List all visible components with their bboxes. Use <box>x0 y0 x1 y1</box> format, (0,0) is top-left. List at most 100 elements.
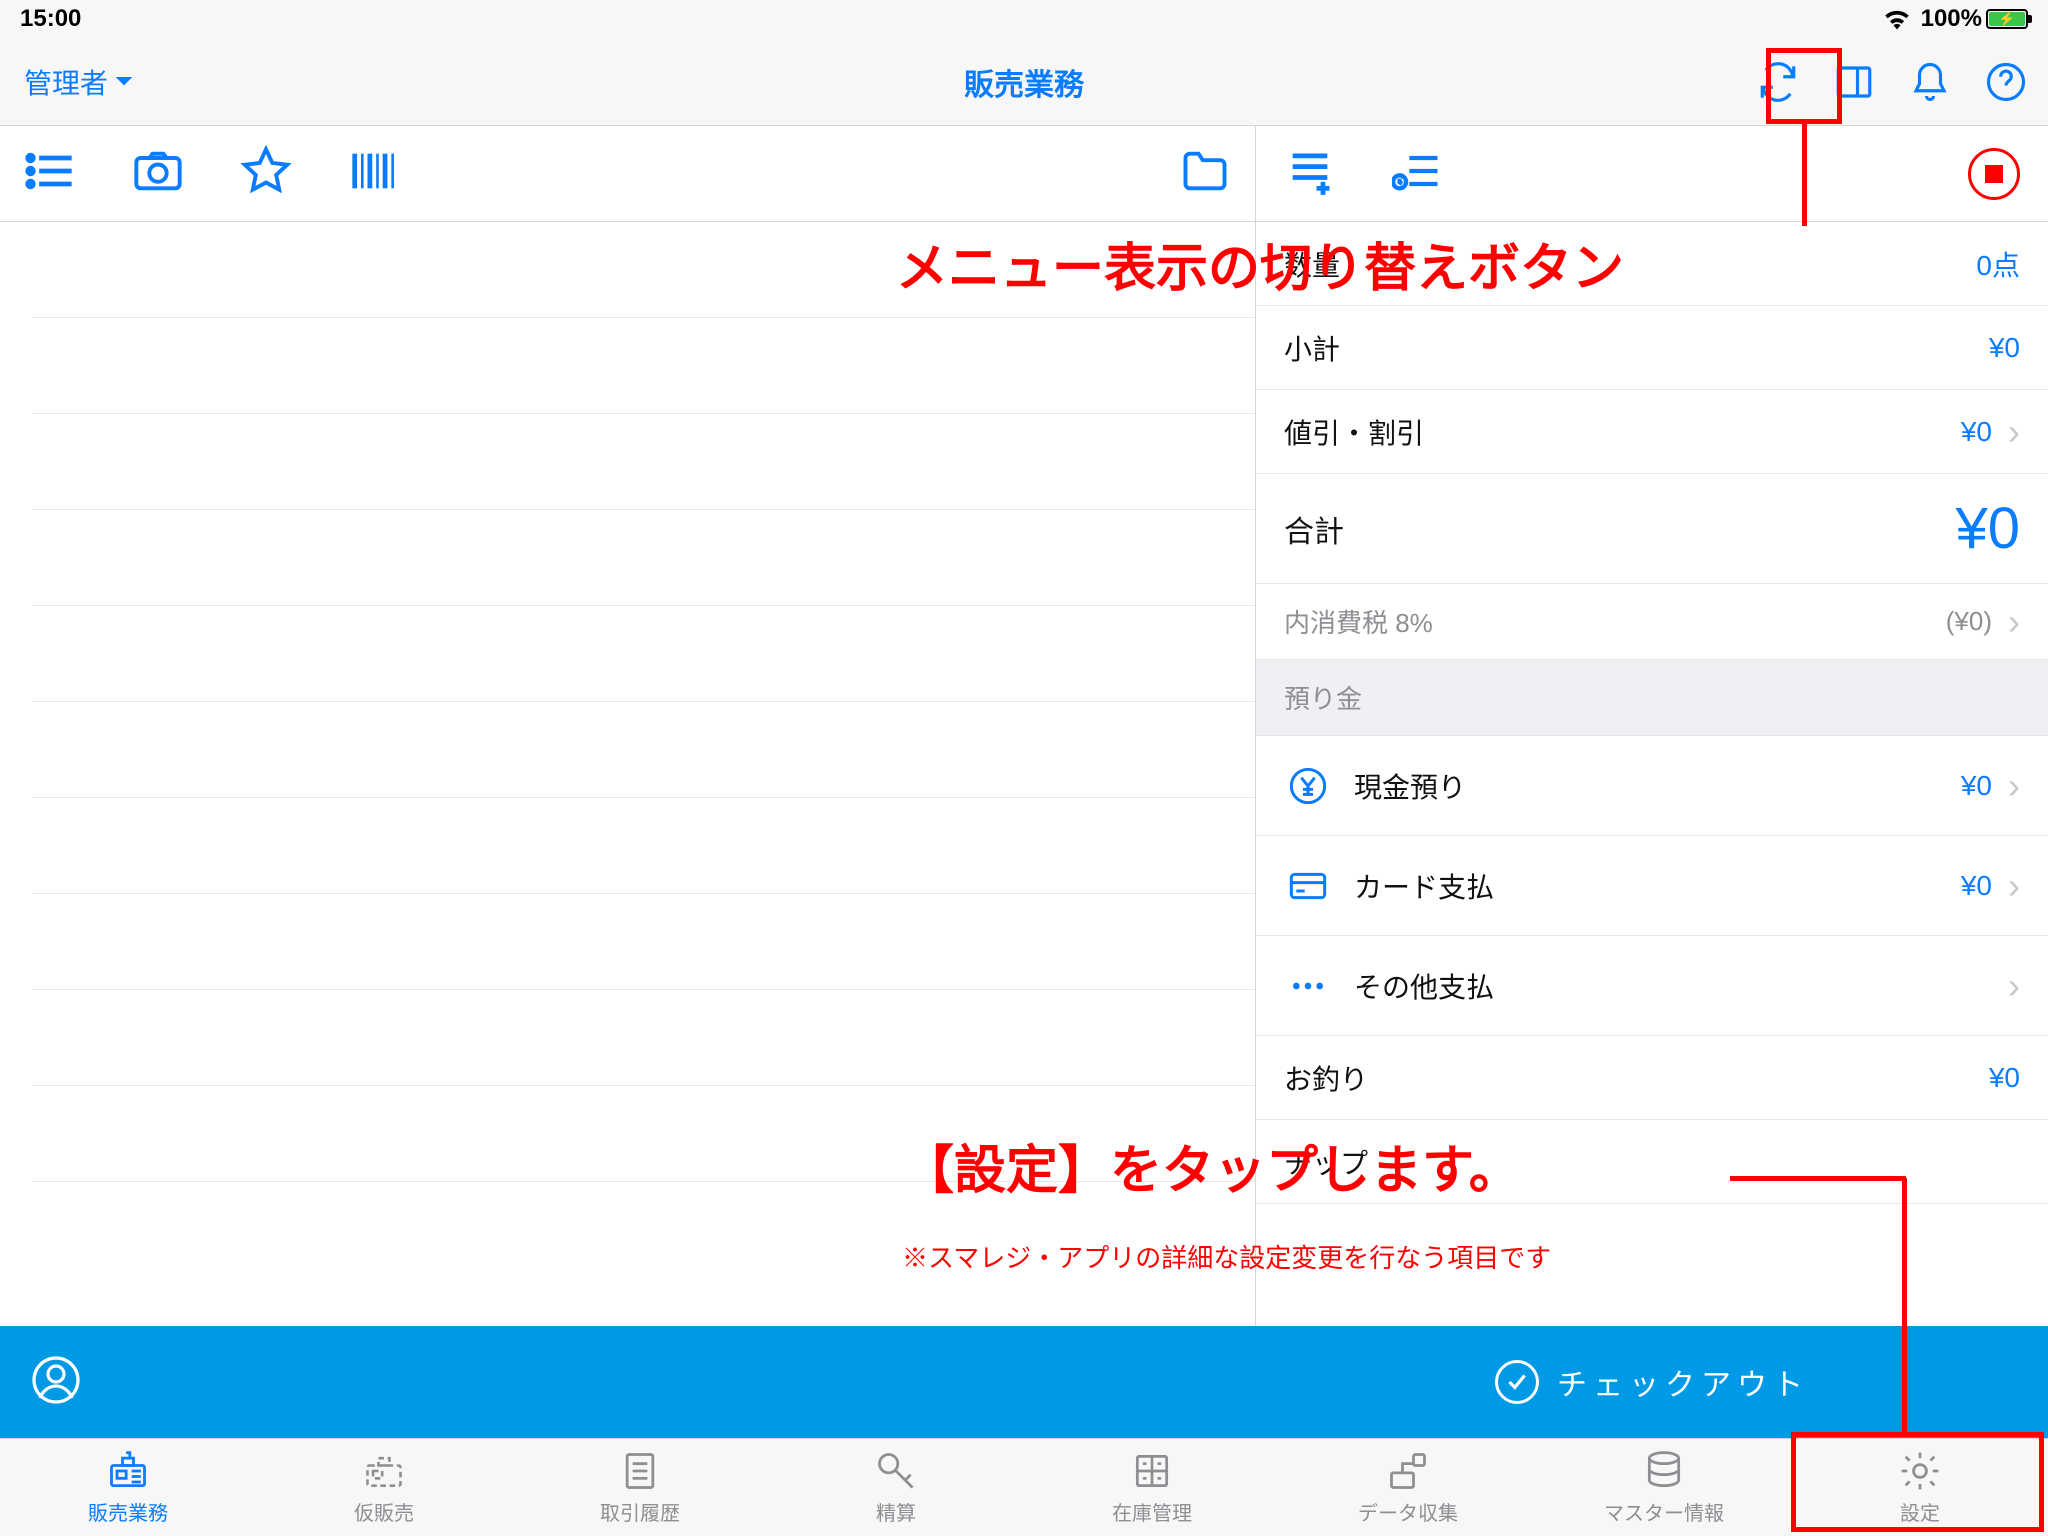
list-row[interactable] <box>32 606 1255 702</box>
data-icon <box>1386 1449 1430 1493</box>
card-value: ¥0 <box>1961 870 1992 902</box>
tax-row[interactable]: 内消費税 8% (¥0) › <box>1256 584 2048 660</box>
drawer-icon <box>1130 1449 1174 1493</box>
battery-pct: 100% <box>1921 5 1982 33</box>
database-icon <box>1642 1449 1686 1493</box>
subtotal-label: 小計 <box>1284 328 1340 368</box>
register-icon <box>106 1449 150 1493</box>
checkout-bar: チェックアウト <box>0 1326 2048 1438</box>
change-label: お釣り <box>1284 1058 1368 1098</box>
chevron-right-icon: › <box>2008 411 2020 453</box>
cash-value: ¥0 <box>1961 770 1992 802</box>
list-row[interactable] <box>32 510 1255 606</box>
annotation-line <box>1902 1178 1907 1436</box>
battery-icon: ⚡ <box>1986 9 2028 29</box>
record-button[interactable] <box>1968 148 2020 200</box>
change-value: ¥0 <box>1989 1062 2020 1094</box>
user-icon <box>32 1356 80 1404</box>
camera-icon[interactable] <box>132 145 184 202</box>
yen-icon <box>1284 762 1332 810</box>
tab-history[interactable]: 取引履歴 <box>512 1439 768 1536</box>
discount-label: 値引・割引 <box>1284 412 1424 452</box>
add-list-icon[interactable] <box>1284 145 1336 202</box>
list-row[interactable] <box>32 318 1255 414</box>
tab-settlement[interactable]: 精算 <box>768 1439 1024 1536</box>
deposit-section: 預り金 <box>1256 660 2048 736</box>
annotation-menu-toggle: メニュー表示の切り替えボタン <box>896 226 1624 301</box>
discount-value: ¥0 <box>1961 416 1992 448</box>
page-title: 販売業務 <box>964 60 1084 104</box>
tax-value: (¥0) <box>1946 606 1992 637</box>
star-icon[interactable] <box>240 145 292 202</box>
chevron-right-icon: › <box>2008 965 2020 1007</box>
user-label: 管理者 <box>24 62 108 102</box>
card-row[interactable]: カード支払 ¥0 › <box>1256 836 2048 936</box>
tab-temp-sales[interactable]: 仮販売 <box>256 1439 512 1536</box>
status-right: 100% ⚡ <box>1883 5 2028 33</box>
toolbar-left <box>0 126 1256 221</box>
chevron-right-icon: › <box>2008 765 2020 807</box>
checkout-button[interactable]: チェックアウト <box>1256 1360 2048 1404</box>
tab-sales[interactable]: 販売業務 <box>0 1439 256 1536</box>
status-time: 15:00 <box>20 5 81 33</box>
wifi-icon <box>1883 8 1911 30</box>
annotation-highlight-settings-tab <box>1791 1432 2044 1532</box>
list-row[interactable] <box>32 798 1255 894</box>
nav-bar: 管理者 販売業務 <box>0 38 2048 126</box>
annotation-line <box>1802 124 1807 226</box>
toolbar-right <box>1256 126 2048 221</box>
toolbar <box>0 126 2048 222</box>
card-label: カード支払 <box>1354 866 1494 906</box>
list-row[interactable] <box>32 702 1255 798</box>
annotation-settings-note: ※スマレジ・アプリの詳細な設定変更を行なう項目です <box>902 1238 1551 1275</box>
total-value: ¥0 <box>1955 495 2020 562</box>
qty-value: 0点 <box>1976 244 2020 284</box>
help-icon[interactable] <box>1982 58 2030 106</box>
tab-label: 在庫管理 <box>1112 1497 1192 1526</box>
subtotal-value: ¥0 <box>1989 332 2020 364</box>
tab-label: 販売業務 <box>88 1497 168 1526</box>
annotation-settings-tap: 【設定】をタップします。 <box>902 1128 1521 1203</box>
checkout-label: チェックアウト <box>1557 1360 1809 1404</box>
chevron-right-icon: › <box>2008 601 2020 643</box>
annotation-line <box>1730 1176 1906 1181</box>
tab-label: 精算 <box>876 1497 916 1526</box>
discount-row[interactable]: 値引・割引 ¥0 › <box>1256 390 2048 474</box>
temp-register-icon <box>362 1449 406 1493</box>
tab-data-collect[interactable]: データ収集 <box>1280 1439 1536 1536</box>
other-pay-label: その他支払 <box>1354 966 1494 1006</box>
annotation-highlight-panel-toggle <box>1766 48 1842 124</box>
document-icon <box>618 1449 662 1493</box>
barcode-icon[interactable] <box>348 145 400 202</box>
list-row[interactable] <box>32 414 1255 510</box>
dots-icon <box>1284 962 1332 1010</box>
subtotal-row: 小計 ¥0 <box>1256 306 2048 390</box>
card-icon <box>1284 862 1332 910</box>
tab-inventory[interactable]: 在庫管理 <box>1024 1439 1280 1536</box>
status-bar: 15:00 100% ⚡ <box>0 0 2048 38</box>
total-row: 合計 ¥0 <box>1256 474 2048 584</box>
tab-master[interactable]: マスター情報 <box>1536 1439 1792 1536</box>
bell-icon[interactable] <box>1906 58 1954 106</box>
tab-label: 取引履歴 <box>600 1497 680 1526</box>
chevron-down-icon <box>114 75 134 89</box>
history-list-icon[interactable] <box>1392 145 1444 202</box>
chevron-right-icon: › <box>2008 865 2020 907</box>
list-row[interactable] <box>32 894 1255 990</box>
battery: 100% ⚡ <box>1921 5 2028 33</box>
list-icon[interactable] <box>24 145 76 202</box>
total-label: 合計 <box>1284 507 1344 551</box>
cash-row[interactable]: 現金預り ¥0 › <box>1256 736 2048 836</box>
tab-label: マスター情報 <box>1604 1497 1724 1526</box>
user-dropdown[interactable]: 管理者 <box>24 62 134 102</box>
customer-button[interactable] <box>0 1356 1256 1409</box>
folder-icon[interactable] <box>1179 145 1231 202</box>
tab-label: データ収集 <box>1358 1497 1458 1526</box>
tab-label: 仮販売 <box>354 1497 414 1526</box>
list-row[interactable] <box>32 990 1255 1086</box>
other-pay-row[interactable]: その他支払 › <box>1256 936 2048 1036</box>
deposit-section-label: 預り金 <box>1284 679 1362 716</box>
cash-label: 現金預り <box>1354 766 1466 806</box>
check-icon <box>1495 1360 1539 1404</box>
key-icon <box>874 1449 918 1493</box>
